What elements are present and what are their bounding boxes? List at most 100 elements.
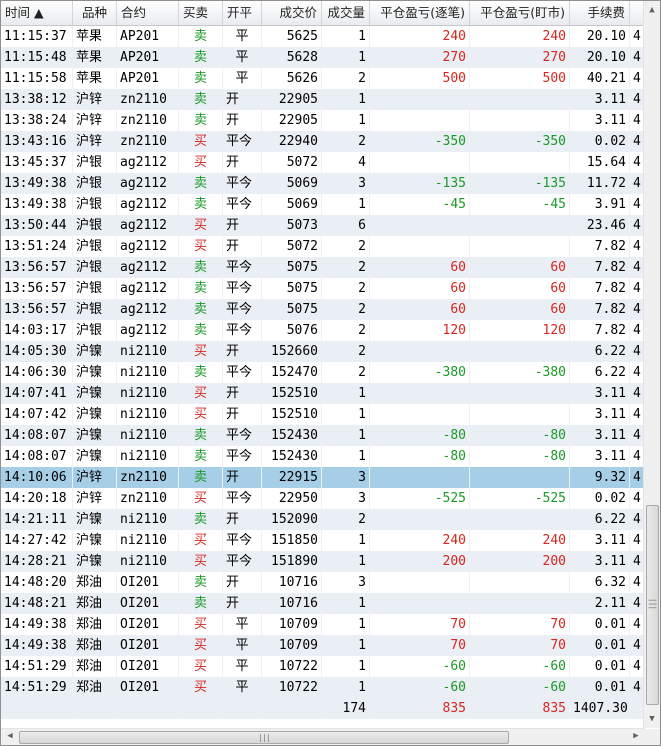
fee-cell: 3.11 [570, 383, 630, 404]
product-cell: 沪镍 [73, 404, 117, 425]
table-row[interactable]: 14:20:18 沪锌 zn2110 买平今 22950 3 -525 -525 0.02 4 [1, 488, 645, 509]
product-cell: 沪镍 [73, 509, 117, 530]
table-row[interactable]: 14:08:07 沪镍 ni2110 卖平今 152430 1 -80 -80 3.11 4 [1, 446, 645, 467]
scrollbar-corner [644, 729, 660, 745]
pl-mark-to-market-cell: 200 [470, 551, 570, 572]
quantity-cell: 1 [322, 194, 370, 215]
table-row[interactable]: 14:05:30 沪镍 ni2110 买开 152660 2 6.22 4 [1, 341, 645, 362]
product-cell: 沪镍 [73, 383, 117, 404]
vertical-scrollbar[interactable]: ▲ ||| ▼ [643, 1, 660, 728]
table-row[interactable]: 13:38:24 沪锌 zn2110 卖开 22905 1 3.11 4 [1, 110, 645, 131]
pl-per-trade-cell: 500 [370, 68, 470, 89]
column-header-product[interactable]: 品种 [73, 1, 117, 25]
table-row[interactable]: 14:48:20 郑油 OI201 卖开 10716 3 6.32 4 [1, 572, 645, 593]
product-cell: 沪锌 [73, 131, 117, 152]
fee-cell: 7.82 [570, 299, 630, 320]
open-close-cell: 平今 [223, 194, 262, 215]
side-cell: 卖 [179, 509, 223, 530]
table-row[interactable]: 13:56:57 沪银 ag2112 卖平今 5075 2 60 60 7.82 4 [1, 278, 645, 299]
column-header-pl-per-trade[interactable]: 平仓盈亏(逐笔) [370, 1, 470, 25]
column-header-open-close[interactable]: 开平 [223, 1, 262, 25]
horizontal-scroll-thumb[interactable]: ||| [19, 731, 509, 744]
contract-cell: ag2112 [117, 173, 179, 194]
quantity-cell: 4 [322, 152, 370, 173]
price-cell: 5075 [262, 278, 322, 299]
pl-mark-to-market-cell: -60 [470, 656, 570, 677]
side-cell: 卖 [179, 572, 223, 593]
time-cell: 13:56:57 [1, 299, 73, 320]
table-row[interactable]: 14:28:21 沪镍 ni2110 买平今 151890 1 200 200 3.11 4 [1, 551, 645, 572]
pl-mark-to-market-cell: 120 [470, 320, 570, 341]
pl-per-trade-cell: 70 [370, 614, 470, 635]
time-cell: 13:43:16 [1, 131, 73, 152]
contract-cell: zn2110 [117, 89, 179, 110]
table-row[interactable]: 14:06:30 沪镍 ni2110 卖平今 152470 2 -380 -380 6.22 4 [1, 362, 645, 383]
open-close-cell: 开 [223, 593, 262, 614]
table-row[interactable]: 14:48:21 郑油 OI201 卖开 10716 1 2.11 4 [1, 593, 645, 614]
price-cell: 152090 [262, 509, 322, 530]
table-row[interactable]: 14:49:38 郑油 OI201 买平 10709 1 70 70 0.01 4 [1, 635, 645, 656]
table-row[interactable]: 14:27:42 沪镍 ni2110 买平今 151850 1 240 240 3.11 4 [1, 530, 645, 551]
table-row[interactable]: 13:50:44 沪银 ag2112 买开 5073 6 23.46 4 [1, 215, 645, 236]
table-row[interactable]: 14:03:17 沪银 ag2112 卖平今 5076 2 120 120 7.82 4 [1, 320, 645, 341]
quantity-cell: 1 [322, 425, 370, 446]
column-header-fee[interactable]: 手续费 [570, 1, 630, 25]
pl-mark-to-market-cell [470, 383, 570, 404]
price-cell: 22905 [262, 89, 322, 110]
price-cell: 22950 [262, 488, 322, 509]
time-cell: 13:49:38 [1, 173, 73, 194]
pl-per-trade-cell: 200 [370, 551, 470, 572]
pl-mark-to-market-cell: 270 [470, 47, 570, 68]
table-row[interactable]: 13:56:57 沪银 ag2112 卖平今 5075 2 60 60 7.82 4 [1, 299, 645, 320]
table-header: 时间 ▲ 品种 合约 买卖 开平 成交价 成交量 平仓盈亏(逐笔) 平仓盈亏(盯… [1, 1, 645, 26]
column-header-side[interactable]: 买卖 [179, 1, 223, 25]
time-cell: 14:48:21 [1, 593, 73, 614]
price-cell: 5625 [262, 26, 322, 47]
side-cell: 买 [179, 488, 223, 509]
table-row[interactable]: 13:45:37 沪银 ag2112 买开 5072 4 15.64 4 [1, 152, 645, 173]
scroll-left-arrow-icon[interactable]: ◀ [3, 729, 17, 743]
product-cell: 沪银 [73, 299, 117, 320]
table-row[interactable]: 13:49:38 沪银 ag2112 卖平今 5069 3 -135 -135 11.72 4 [1, 173, 645, 194]
table-row[interactable]: 11:15:58 苹果 AP201 卖平 5626 2 500 500 40.21 4 [1, 68, 645, 89]
table-row[interactable]: 14:49:38 郑油 OI201 买平 10709 1 70 70 0.01 4 [1, 614, 645, 635]
totals-contract [117, 698, 179, 719]
horizontal-scrollbar[interactable]: ◀ ||| ▶ [1, 728, 645, 745]
column-header-pl-mark-to-market[interactable]: 平仓盈亏(盯市) [470, 1, 570, 25]
column-header-contract[interactable]: 合约 [117, 1, 179, 25]
scroll-right-arrow-icon[interactable]: ▶ [629, 729, 643, 743]
scroll-down-arrow-icon[interactable]: ▼ [645, 712, 659, 726]
table-row[interactable]: 13:56:57 沪银 ag2112 卖平今 5075 2 60 60 7.82 4 [1, 257, 645, 278]
column-header-time[interactable]: 时间 ▲ [1, 1, 73, 25]
table-row[interactable]: 14:07:41 沪镍 ni2110 买开 152510 1 3.11 4 [1, 383, 645, 404]
pl-mark-to-market-cell [470, 89, 570, 110]
table-row[interactable]: 14:51:29 郑油 OI201 买平 10722 1 -60 -60 0.01 4 [1, 677, 645, 698]
pl-per-trade-cell: 120 [370, 320, 470, 341]
table-row[interactable]: 13:49:38 沪银 ag2112 卖平今 5069 1 -45 -45 3.91 4 [1, 194, 645, 215]
price-cell: 22915 [262, 467, 322, 488]
table-row[interactable]: 13:43:16 沪锌 zn2110 买平今 22940 2 -350 -350 0.02 4 [1, 131, 645, 152]
price-cell: 5072 [262, 152, 322, 173]
table-row[interactable]: 14:21:11 沪镍 ni2110 卖开 152090 2 6.22 4 [1, 509, 645, 530]
table-row[interactable]: 13:38:12 沪锌 zn2110 卖开 22905 1 3.11 4 [1, 89, 645, 110]
table-row[interactable]: 14:07:42 沪镍 ni2110 买开 152510 1 3.11 4 [1, 404, 645, 425]
quantity-cell: 1 [322, 635, 370, 656]
scroll-up-arrow-icon[interactable]: ▲ [645, 3, 659, 17]
table-row[interactable]: 11:15:37 苹果 AP201 卖平 5625 1 240 240 20.10 4 [1, 26, 645, 47]
quantity-cell: 1 [322, 677, 370, 698]
table-row[interactable]: 14:51:29 郑油 OI201 买平 10722 1 -60 -60 0.01 4 [1, 656, 645, 677]
table-row[interactable]: 14:08:07 沪镍 ni2110 卖平今 152430 1 -80 -80 3.11 4 [1, 425, 645, 446]
column-header-quantity[interactable]: 成交量 [322, 1, 370, 25]
contract-cell: ag2112 [117, 152, 179, 173]
price-cell: 5072 [262, 236, 322, 257]
fee-cell: 6.22 [570, 362, 630, 383]
side-cell: 卖 [179, 278, 223, 299]
table-row[interactable]: 13:51:24 沪银 ag2112 买开 5072 2 7.82 4 [1, 236, 645, 257]
pl-per-trade-cell: 60 [370, 278, 470, 299]
time-cell: 14:07:42 [1, 404, 73, 425]
fee-cell: 3.11 [570, 446, 630, 467]
column-header-price[interactable]: 成交价 [262, 1, 322, 25]
vertical-scroll-thumb[interactable]: ||| [646, 505, 659, 705]
table-row[interactable]: 14:10:06 沪锌 zn2110 卖开 22915 3 9.32 4 [1, 467, 645, 488]
table-row[interactable]: 11:15:48 苹果 AP201 卖平 5628 1 270 270 20.10 4 [1, 47, 645, 68]
